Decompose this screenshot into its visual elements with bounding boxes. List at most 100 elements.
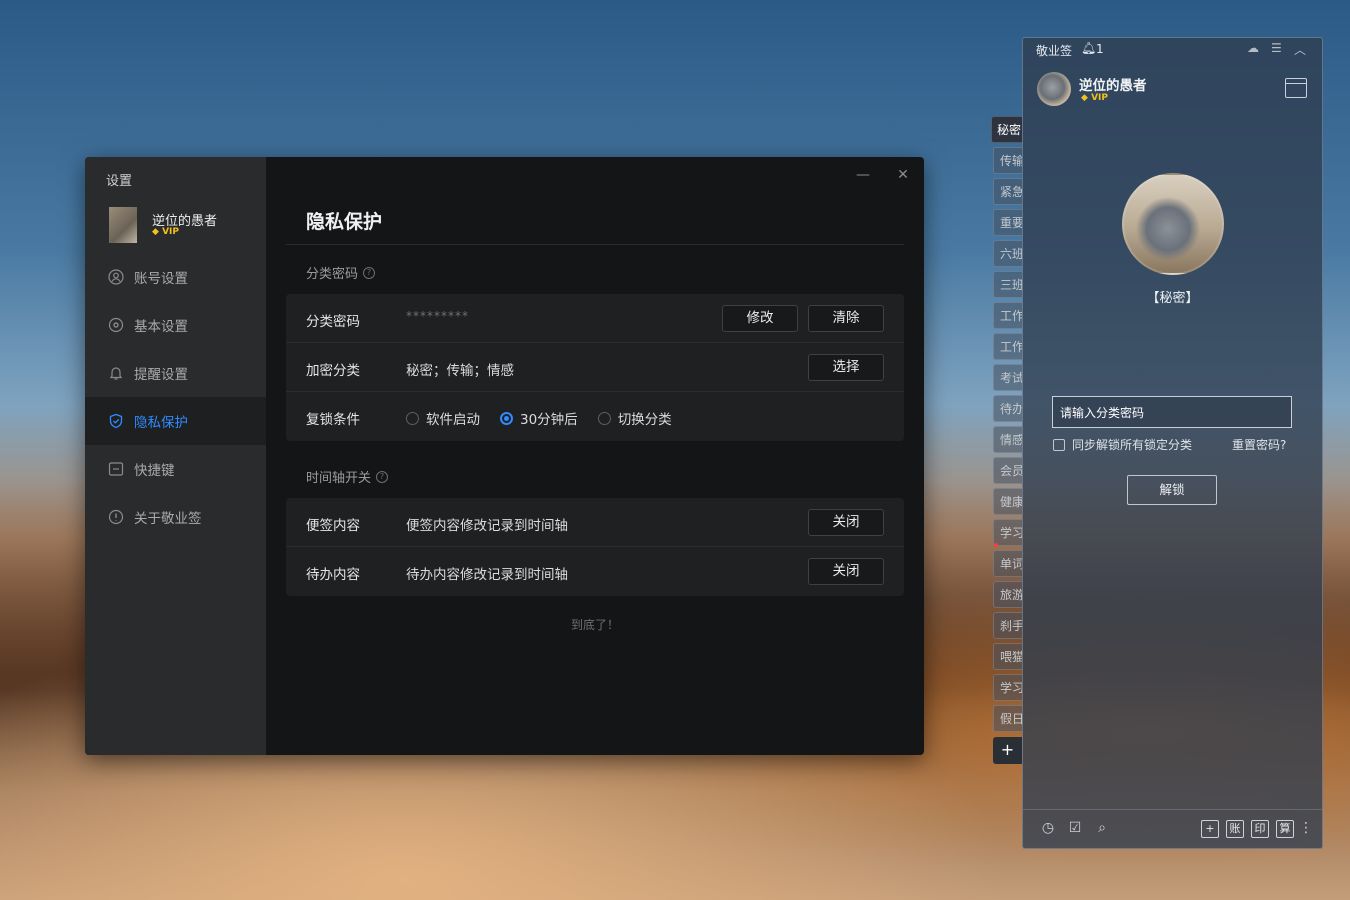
encrypted-categories-value: 秘密；传输；情感	[406, 363, 514, 379]
masked-password: *********	[406, 309, 469, 323]
radio-circle[interactable]	[597, 411, 611, 425]
category-tab[interactable]: 考试	[993, 364, 1022, 391]
minimize-button[interactable]: —	[853, 167, 873, 183]
category-tab[interactable]: 刹手	[993, 612, 1022, 639]
collapse-icon[interactable]: ︿	[1294, 41, 1306, 58]
section-category-password: 分类密码 ?	[306, 263, 376, 282]
help-icon[interactable]: ?	[376, 470, 389, 483]
end-of-list-text: 到底了！	[571, 618, 620, 632]
locked-category-name: 【秘密】	[1146, 291, 1199, 306]
footer-divider	[1023, 809, 1322, 810]
radio-circle[interactable]	[406, 411, 419, 425]
search-icon[interactable]: ⌕	[1093, 820, 1111, 836]
radio-switch-category[interactable]: 切换分类	[597, 408, 672, 428]
help-icon[interactable]: ?	[363, 266, 376, 279]
category-password-input[interactable]	[1052, 396, 1292, 428]
bell-icon[interactable]: 🔔︎	[1081, 41, 1096, 55]
sidebar-item-account[interactable]: 账号设置	[85, 253, 266, 301]
add-category-button[interactable]: +	[993, 737, 1022, 764]
category-tab[interactable]: 情感	[993, 426, 1022, 453]
sidebar-item-reminder[interactable]: 提醒设置	[85, 349, 266, 397]
category-tab[interactable]: 传输	[993, 147, 1022, 174]
settings-sidebar: 设置 逆位的愚者 ◆ VIP 账号设置 基本设置 提醒设置 隐私保护 快捷键 关…	[85, 157, 266, 755]
sidebar-item-privacy[interactable]: 隐私保护	[85, 397, 266, 445]
encrypted-categories-row: 加密分类 秘密；传输；情感 选择	[286, 343, 904, 392]
more-icon[interactable]: ⋮	[1297, 820, 1315, 836]
clear-password-button[interactable]: 清除	[808, 305, 884, 332]
add-note-button[interactable]: +	[1201, 820, 1219, 838]
category-tab[interactable]: 秘密	[991, 116, 1022, 143]
category-tab[interactable]: 学习	[993, 519, 1022, 546]
settings-window: 设置 逆位的愚者 ◆ VIP 账号设置 基本设置 提醒设置 隐私保护 快捷键 关…	[85, 157, 924, 755]
sidebar-item-label: 提醒设置	[134, 367, 188, 383]
clock-icon[interactable]: ◷	[1039, 820, 1057, 836]
vip-badge: ◆ VIP	[1081, 93, 1108, 103]
note-timeline-toggle-button[interactable]: 关闭	[808, 509, 884, 536]
shield-icon	[109, 413, 123, 429]
user-icon	[108, 269, 124, 285]
category-tab[interactable]: 工作	[993, 333, 1022, 360]
relock-condition-row: 复锁条件 软件启动 30分钟后 切换分类	[286, 392, 904, 441]
sidebar-item-about[interactable]: 关于敬业签	[85, 493, 266, 541]
radio-software-start[interactable]: 软件启动	[406, 408, 480, 428]
category-tab[interactable]: 紧急	[993, 178, 1022, 205]
avatar[interactable]	[109, 207, 137, 243]
category-tab[interactable]: 会员	[993, 457, 1022, 484]
sidebar-item-label: 关于敬业签	[134, 511, 202, 527]
reset-password-link[interactable]: 重置密码?	[1232, 436, 1286, 453]
vip-badge: ◆ VIP	[152, 227, 179, 237]
menu-icon[interactable]: ☰	[1271, 41, 1282, 55]
gear-icon	[108, 317, 124, 333]
print-button[interactable]: 印	[1251, 820, 1269, 838]
bell-icon	[109, 367, 123, 380]
category-tab[interactable]: 学习	[993, 674, 1022, 701]
category-tab[interactable]: 六班	[993, 240, 1022, 267]
sync-unlock-checkbox[interactable]: 同步解锁所有锁定分类	[1053, 436, 1192, 453]
category-tab[interactable]: 三班	[993, 271, 1022, 298]
sidebar-item-shortcut[interactable]: 快捷键	[85, 445, 266, 493]
cloud-sync-icon[interactable]: ☁	[1247, 41, 1259, 55]
todo-timeline-toggle-button[interactable]: 关闭	[808, 558, 884, 585]
app-name: 敬业签	[1036, 44, 1073, 58]
panel-header: 敬业签 🔔︎ 1 ☁ ☰ ︿	[1023, 38, 1322, 60]
unlock-button[interactable]: 解锁	[1127, 475, 1217, 505]
sidebar-item-label: 隐私保护	[134, 415, 188, 431]
password-row: 分类密码 ********* 修改 清除	[286, 294, 904, 343]
category-tab[interactable]: 重要	[993, 209, 1022, 236]
close-button[interactable]: ✕	[893, 167, 913, 183]
category-lock-photo	[1122, 173, 1224, 275]
section-timeline: 时间轴开关 ?	[306, 467, 389, 486]
category-tab[interactable]: 健康	[993, 488, 1022, 515]
sidebar-item-label: 账号设置	[134, 271, 188, 287]
sidebar-user: 逆位的愚者 ◆ VIP	[109, 207, 259, 243]
panel-user: 逆位的愚者 ◆ VIP	[1037, 72, 1307, 112]
radio-30-minutes[interactable]: 30分钟后	[500, 408, 578, 428]
user-name: 逆位的愚者	[1079, 78, 1147, 94]
modify-password-button[interactable]: 修改	[722, 305, 798, 332]
row-label: 加密分类	[306, 363, 360, 379]
category-tab[interactable]: 喂猫	[993, 643, 1022, 670]
checkbox[interactable]	[1053, 438, 1065, 451]
select-categories-button[interactable]: 选择	[808, 354, 884, 381]
settings-content: — ✕ 隐私保护 分类密码 ? 分类密码 ********* 修改 清除 加密分…	[266, 157, 924, 755]
category-tab[interactable]: 单词	[993, 550, 1022, 577]
category-tab[interactable]: 旅游	[993, 581, 1022, 608]
category-tab[interactable]: 待办	[993, 395, 1022, 422]
sidebar-item-label: 快捷键	[134, 463, 175, 479]
calendar-icon[interactable]	[1285, 78, 1307, 98]
keyboard-icon	[108, 462, 124, 476]
relock-radio-group: 软件启动 30分钟后 切换分类	[406, 408, 692, 428]
account-button[interactable]: 账	[1226, 820, 1244, 838]
category-tab[interactable]: 工作	[993, 302, 1022, 329]
todo-check-icon[interactable]: ☑	[1066, 820, 1084, 836]
sidebar-item-basic[interactable]: 基本设置	[85, 301, 266, 349]
calculator-button[interactable]: 算	[1276, 820, 1294, 838]
sidebar-item-label: 基本设置	[134, 319, 188, 335]
page-title: 隐私保护	[306, 211, 383, 233]
row-label: 待办内容	[306, 567, 360, 583]
radio-circle[interactable]	[500, 411, 513, 425]
unread-dot	[994, 543, 998, 547]
category-tab[interactable]: 假日	[993, 705, 1022, 732]
row-label: 分类密码	[306, 314, 360, 330]
avatar[interactable]	[1037, 72, 1071, 106]
